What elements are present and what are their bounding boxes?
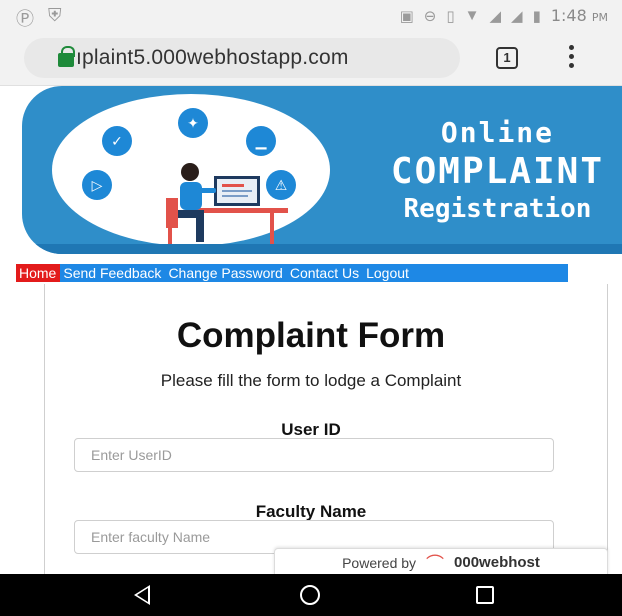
address-bar[interactable]: ıplaint5.000webhostapp.com xyxy=(24,38,460,78)
lock-icon xyxy=(58,46,75,67)
webhost-logo-icon: ⌒ xyxy=(426,553,445,574)
nav-logout[interactable]: Logout xyxy=(363,264,413,282)
nfc-icon: ▣ xyxy=(399,7,414,25)
nav-change-password[interactable]: Change Password xyxy=(165,264,286,282)
check-icon: ✓ xyxy=(102,126,132,156)
signal-icon: ◢ xyxy=(489,7,502,25)
play-icon: ▷ xyxy=(82,170,112,200)
vibrate-icon: ▯ xyxy=(446,7,455,25)
dnd-icon: ⊖ xyxy=(423,7,437,25)
parking-icon: Ⓟ xyxy=(16,9,34,29)
network-icon: ✦ xyxy=(178,108,208,138)
person-at-desk-illustration xyxy=(166,163,288,246)
back-icon[interactable] xyxy=(134,585,150,605)
user-id-label: User ID xyxy=(281,420,341,439)
form-subtitle: Please fill the form to lodge a Complain… xyxy=(160,371,462,390)
android-nav-bar xyxy=(0,574,622,616)
nav-contact-us[interactable]: Contact Us xyxy=(287,264,363,282)
nav-home[interactable]: Home xyxy=(16,264,61,282)
shield-icon: ⛨ xyxy=(48,5,62,25)
chart-icon: ▁ xyxy=(246,126,276,156)
recents-icon[interactable] xyxy=(476,586,494,604)
form-title: Complaint Form xyxy=(176,316,446,355)
banner-illustration: ✓ ✦ ▁ ▷ ⚠ xyxy=(52,94,330,246)
site-banner: ✓ ✦ ▁ ▷ ⚠ Online COMPLAINT Registration xyxy=(22,86,622,254)
powered-by-badge[interactable]: Powered by ⌒ 000webhost xyxy=(274,548,608,576)
status-time: 1:48 PM xyxy=(550,6,608,25)
browser-toolbar: ıplaint5.000webhostapp.com 1 xyxy=(0,32,622,86)
status-bar: Ⓟ ⛨ ▣ ⊖ ▯ ▼ ◢ ◢ ▮ 1:48 PM xyxy=(0,0,622,32)
user-id-input[interactable] xyxy=(74,438,554,472)
nav-send-feedback[interactable]: Send Feedback xyxy=(60,264,165,282)
url-text: ıplaint5.000webhostapp.com xyxy=(76,46,349,69)
banner-title: Online COMPLAINT Registration xyxy=(390,116,604,224)
battery-icon: ▮ xyxy=(532,7,541,25)
webhost-brand: 000webhost xyxy=(454,554,540,571)
signal-icon: ◢ xyxy=(511,7,523,25)
tabs-count-button[interactable]: 1 xyxy=(496,47,518,69)
overflow-menu-icon[interactable] xyxy=(566,45,576,73)
home-icon[interactable] xyxy=(300,585,320,605)
powered-by-text: Powered by xyxy=(342,554,417,571)
site-nav: Home Send Feedback Change Password Conta… xyxy=(16,264,568,282)
faculty-name-label: Faculty Name xyxy=(255,502,367,521)
wifi-icon: ▼ xyxy=(464,7,480,24)
